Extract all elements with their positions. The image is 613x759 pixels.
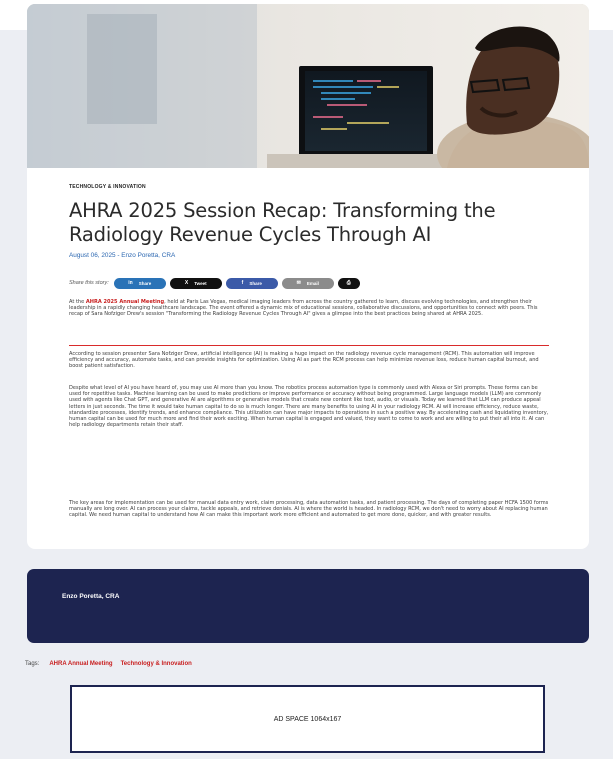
share-label: Share this story:: [69, 280, 109, 286]
article-paragraph: Despite what level of AI you have heard …: [69, 385, 549, 429]
share-bar: Share this story: in Share X Tweet f Sha…: [69, 277, 364, 289]
hero-photo: [27, 4, 589, 168]
paragraph-text: At the: [69, 299, 86, 305]
author-bio-box: Enzo Poretta, CRA: [27, 569, 589, 643]
article-card: TECHNOLOGY & INNOVATION AHRA 2025 Sessio…: [27, 4, 589, 549]
article-content: TECHNOLOGY & INNOVATION AHRA 2025 Sessio…: [69, 184, 549, 518]
share-button-label: Share: [138, 280, 152, 286]
article-paragraph: At the AHRA 2025 Annual Meeting, held at…: [69, 299, 549, 318]
article-paragraph: The key areas for implementation can be …: [69, 500, 549, 519]
share-button-label: Tweet: [194, 280, 207, 286]
ad-label: AD SPACE 1064x167: [273, 715, 342, 723]
linkedin-share-button[interactable]: in Share: [113, 277, 166, 289]
facebook-share-button[interactable]: f Share: [225, 277, 278, 289]
print-icon: ⎙: [346, 280, 351, 286]
hero-image: [27, 4, 589, 168]
x-tweet-button[interactable]: X Tweet: [169, 277, 222, 289]
ahra-meeting-link[interactable]: AHRA 2025 Annual Meeting: [86, 299, 164, 305]
tag-link[interactable]: Technology & Innovation: [121, 661, 192, 667]
share-button-label: Share: [249, 280, 262, 286]
article-paragraph: According to session presenter Sara Nofz…: [69, 351, 539, 370]
email-share-button[interactable]: ✉ Email: [281, 277, 334, 289]
tags-label: Tags:: [25, 661, 40, 667]
share-button-label: Email: [306, 280, 319, 286]
tag-link[interactable]: AHRA Annual Meeting: [49, 661, 112, 667]
article-meta[interactable]: August 06, 2025 - Enzo Poretta, CRA: [69, 252, 549, 259]
facebook-icon: f: [241, 280, 244, 286]
print-button[interactable]: ⎙: [337, 277, 360, 289]
tags-row: Tags: AHRA Annual Meeting Technology & I…: [25, 661, 200, 667]
article-title: AHRA 2025 Session Recap: Transforming th…: [69, 199, 496, 246]
article-category[interactable]: TECHNOLOGY & INNOVATION: [69, 184, 549, 190]
x-icon: X: [184, 280, 189, 286]
ad-space[interactable]: AD SPACE 1064x167: [70, 685, 545, 753]
section-divider: [69, 345, 549, 346]
email-icon: ✉: [296, 280, 301, 286]
linkedin-icon: in: [128, 280, 133, 286]
author-name: Enzo Poretta, CRA: [62, 593, 120, 600]
